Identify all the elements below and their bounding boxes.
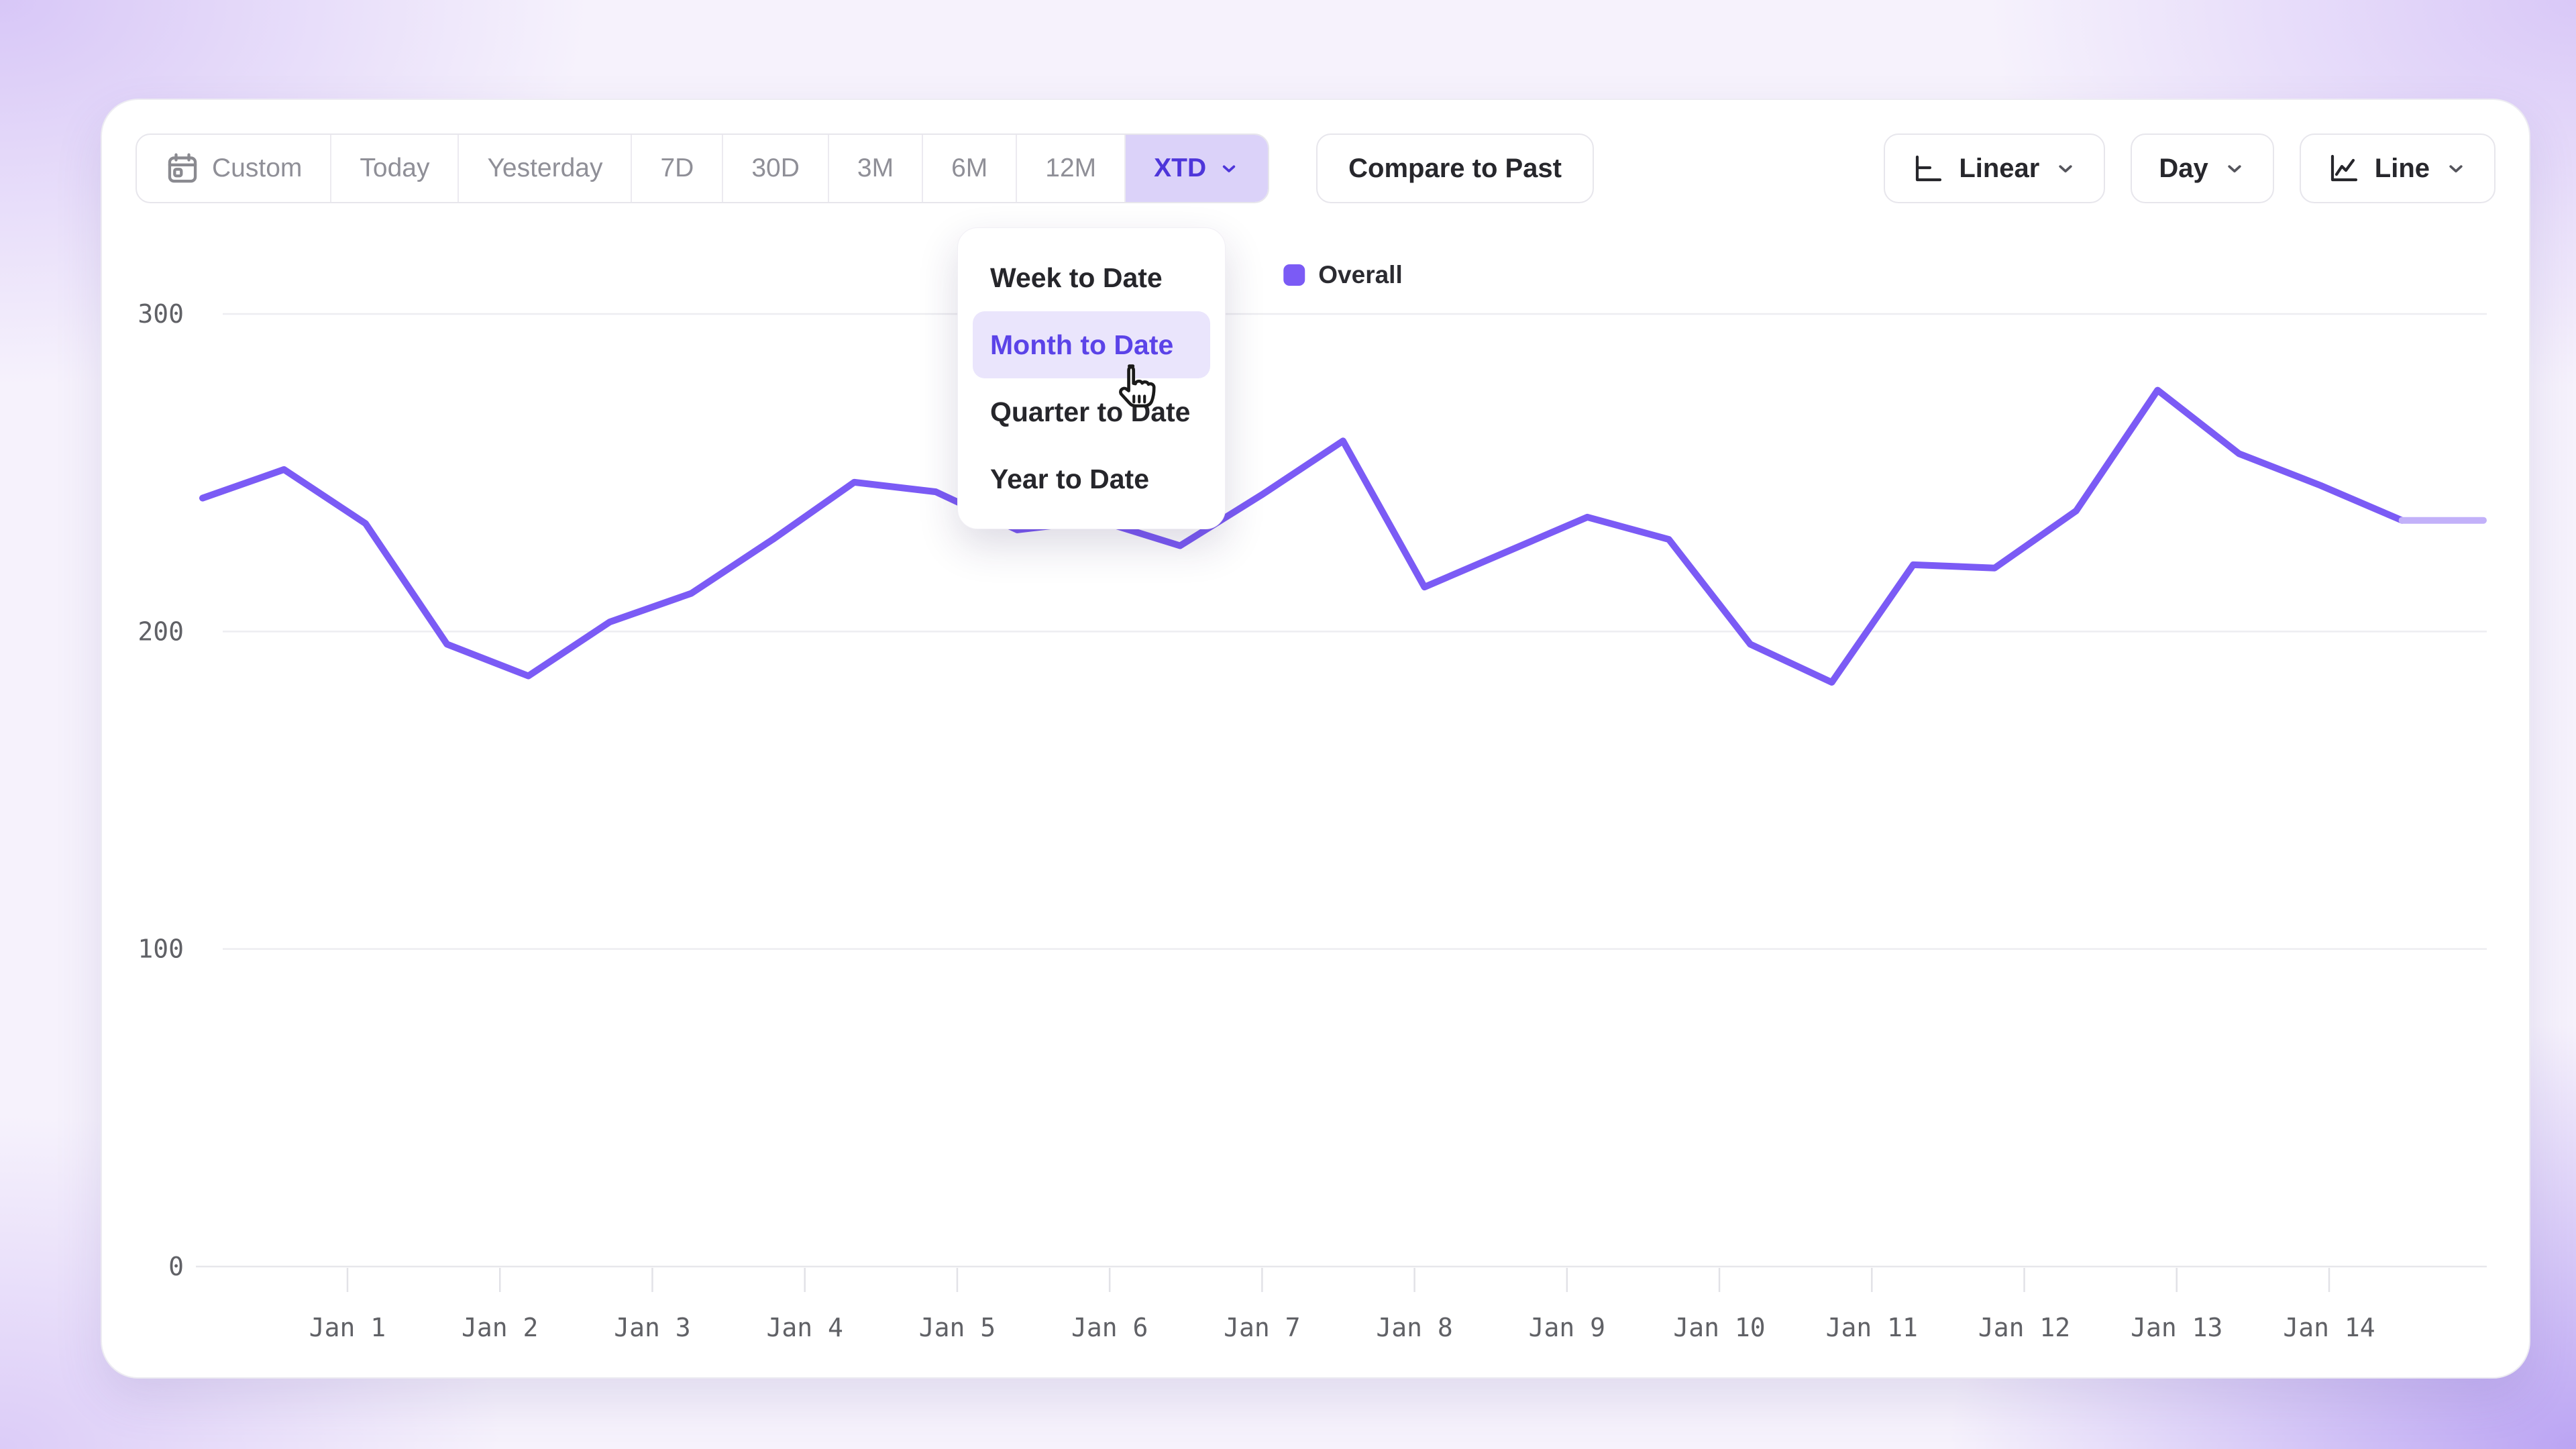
x-axis-label: Jan 4	[766, 1313, 843, 1342]
x-axis-label: Jan 2	[462, 1313, 538, 1342]
xtd-dropdown-menu: Week to DateMonth to DateQuarter to Date…	[957, 227, 1226, 529]
x-axis-label: Jan 11	[1826, 1313, 1918, 1342]
x-axis-label: Jan 10	[1673, 1313, 1765, 1342]
x-axis-label: Jan 3	[614, 1313, 690, 1342]
y-axis-label-300: 300	[138, 299, 184, 329]
dropdown-item-week-to-date[interactable]: Week to Date	[973, 244, 1210, 311]
page: { "toolbar": { "ranges": [ {"label": "Cu…	[0, 0, 2576, 1449]
x-axis-label: Jan 12	[1978, 1313, 2070, 1342]
x-axis-label: Jan 14	[2283, 1313, 2375, 1342]
series-line-overall	[203, 390, 2402, 683]
x-axis-label: Jan 9	[1529, 1313, 1605, 1342]
line-chart: 0 100 200 300 Jan 1 Jan 2 Jan 3 Jan 4 Jan 5 Jan 6…	[102, 100, 2532, 1380]
chart-legend: Overall	[1283, 261, 1402, 289]
y-axis-label-100: 100	[138, 934, 184, 964]
x-axis-label: Jan 1	[309, 1313, 386, 1342]
y-axis-label-200: 200	[138, 616, 184, 646]
x-axis-label: Jan 5	[919, 1313, 996, 1342]
x-axis-label: Jan 6	[1071, 1313, 1148, 1342]
legend-label-overall: Overall	[1318, 261, 1402, 289]
x-axis-label: Jan 13	[2131, 1313, 2222, 1342]
y-axis-label-0: 0	[168, 1252, 184, 1281]
pointer-cursor	[1106, 360, 1165, 422]
x-axis-label: Jan 7	[1224, 1313, 1300, 1342]
dashboard-card: CustomTodayYesterday7D30D3M6M12MXTD Comp…	[101, 99, 2530, 1379]
dropdown-item-month-to-date[interactable]: Month to Date	[973, 311, 1210, 378]
legend-swatch-overall	[1283, 264, 1305, 286]
dropdown-item-quarter-to-date[interactable]: Quarter to Date	[973, 378, 1210, 445]
x-axis-label: Jan 8	[1376, 1313, 1452, 1342]
dropdown-item-year-to-date[interactable]: Year to Date	[973, 445, 1210, 513]
